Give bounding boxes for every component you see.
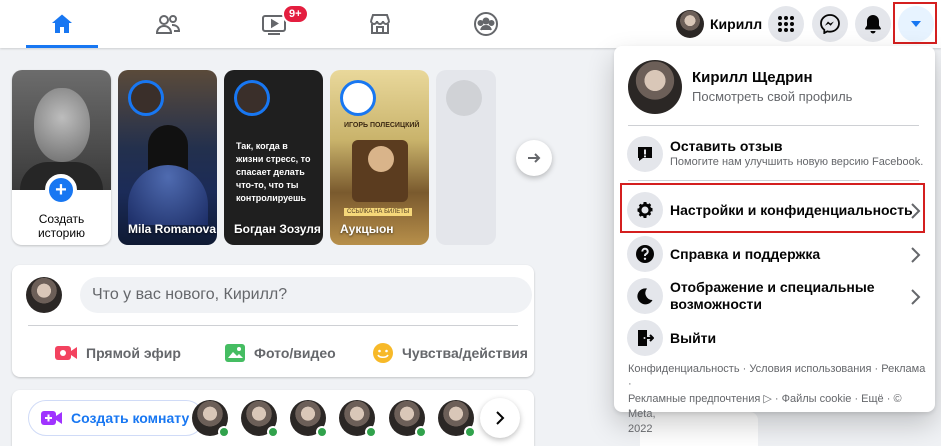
notifications-button[interactable] <box>855 6 891 42</box>
menu-item-label: Отображение и специальные возможности <box>670 279 875 312</box>
menu-grid-icon <box>778 16 794 32</box>
menu-item-label: Оставить отзыв <box>670 138 783 154</box>
avatar <box>628 60 682 114</box>
photo-video-button[interactable]: Фото/видео <box>224 335 336 371</box>
avatar <box>26 277 62 313</box>
messenger-button[interactable] <box>812 6 848 42</box>
highlight-frame <box>620 183 925 233</box>
stories-next-button[interactable] <box>516 140 552 176</box>
menu-profile-name[interactable]: Кирилл Щедрин <box>692 69 813 86</box>
composer-input[interactable]: Что у вас нового, Кирилл? <box>80 277 532 313</box>
live-video-icon <box>55 346 77 360</box>
live-video-button[interactable]: Прямой эфир <box>54 335 181 371</box>
nav-tab-home[interactable] <box>14 0 110 48</box>
help-icon <box>627 236 663 272</box>
video-plus-icon <box>41 411 62 425</box>
menu-item-label: Выйти <box>670 330 717 346</box>
post-composer: Что у вас нового, Кирилл? Прямой эфир Фо… <box>12 265 534 377</box>
story-author: Богдан Зозуля <box>234 222 321 236</box>
rooms-card: Создать комнату <box>12 390 534 446</box>
create-story-photo <box>12 70 111 190</box>
arrow-right-icon <box>528 153 541 163</box>
menu-item-help[interactable]: Справка и поддержка <box>622 234 927 274</box>
create-story-card[interactable]: + Создать историю <box>12 70 111 245</box>
photo-icon <box>225 344 245 362</box>
menu-item-display[interactable]: Отображение и специальные возможности <box>622 276 927 316</box>
story-author: Аукцыон <box>340 222 394 236</box>
menu-button[interactable] <box>768 6 804 42</box>
room-contact[interactable] <box>192 400 230 438</box>
profile-chip[interactable]: Кирилл <box>672 6 772 42</box>
chevron-right-icon <box>911 247 921 263</box>
friends-icon <box>155 15 181 34</box>
logout-icon <box>627 320 663 356</box>
story-text: Так, когда в жизни стресс, то спасает де… <box>236 141 311 203</box>
divider <box>628 180 919 181</box>
menu-item-description: Помогите нам улучшить новую версию Faceb… <box>670 156 924 168</box>
chevron-right-icon <box>496 411 505 425</box>
nav-tab-friends[interactable] <box>120 0 216 48</box>
story-card-placeholder <box>436 70 496 245</box>
nav-tab-marketplace[interactable] <box>332 0 428 48</box>
feeling-activity-button[interactable]: Чувства/действия <box>372 335 528 371</box>
room-contact[interactable] <box>389 400 427 438</box>
notification-badge: 9+ <box>282 4 309 24</box>
room-contact[interactable] <box>438 400 476 438</box>
groups-icon <box>474 12 498 36</box>
menu-item-label: Справка и поддержка <box>670 246 821 262</box>
smiley-icon <box>373 343 393 363</box>
room-contact[interactable] <box>241 400 279 438</box>
divider <box>628 125 919 126</box>
story-card[interactable]: ИГОРЬ ПОЛЕСИЦКИЙ ССЫЛКА НА БИЛЕТЫ Аукцыо… <box>330 70 429 245</box>
avatar <box>676 10 704 38</box>
messenger-icon <box>820 14 840 34</box>
menu-item-logout[interactable]: Выйти <box>622 318 927 358</box>
bell-icon <box>865 15 881 34</box>
menu-footer-links[interactable]: Конфиденциальность · Условия использован… <box>628 362 928 437</box>
room-contact[interactable] <box>339 400 377 438</box>
create-room-button[interactable]: Создать комнату <box>28 400 205 436</box>
divider <box>28 325 518 326</box>
home-icon <box>52 14 72 33</box>
rooms-next-button[interactable] <box>480 398 520 438</box>
menu-profile-link[interactable]: Посмотреть свой профиль <box>692 89 852 104</box>
room-contact[interactable] <box>290 400 328 438</box>
story-avatar <box>340 80 376 116</box>
story-card[interactable]: Так, когда в жизни стресс, то спасает де… <box>224 70 323 245</box>
nav-tab-groups[interactable] <box>438 0 534 48</box>
create-story-label: Создать историю <box>37 212 86 240</box>
profile-chip-name: Кирилл <box>710 16 763 32</box>
story-avatar <box>128 80 164 116</box>
feedback-icon <box>627 136 663 172</box>
nav-tab-watch[interactable]: 9+ <box>226 0 322 48</box>
story-author: Mila Romanova <box>128 222 217 236</box>
moon-icon <box>627 278 663 314</box>
highlight-frame <box>893 2 937 44</box>
plus-icon: + <box>45 174 77 206</box>
story-card[interactable]: Mila Romanova <box>118 70 217 245</box>
story-title: ИГОРЬ ПОЛЕСИЦКИЙ <box>344 122 420 129</box>
menu-item-feedback[interactable]: Оставить отзыв Помогите нам улучшить нов… <box>622 134 927 174</box>
story-caption: ССЫЛКА НА БИЛЕТЫ <box>344 208 413 216</box>
chevron-right-icon <box>911 289 921 305</box>
top-navigation-bar: 9+ Кирилл <box>0 0 941 48</box>
story-avatar <box>234 80 270 116</box>
marketplace-icon <box>370 14 390 34</box>
